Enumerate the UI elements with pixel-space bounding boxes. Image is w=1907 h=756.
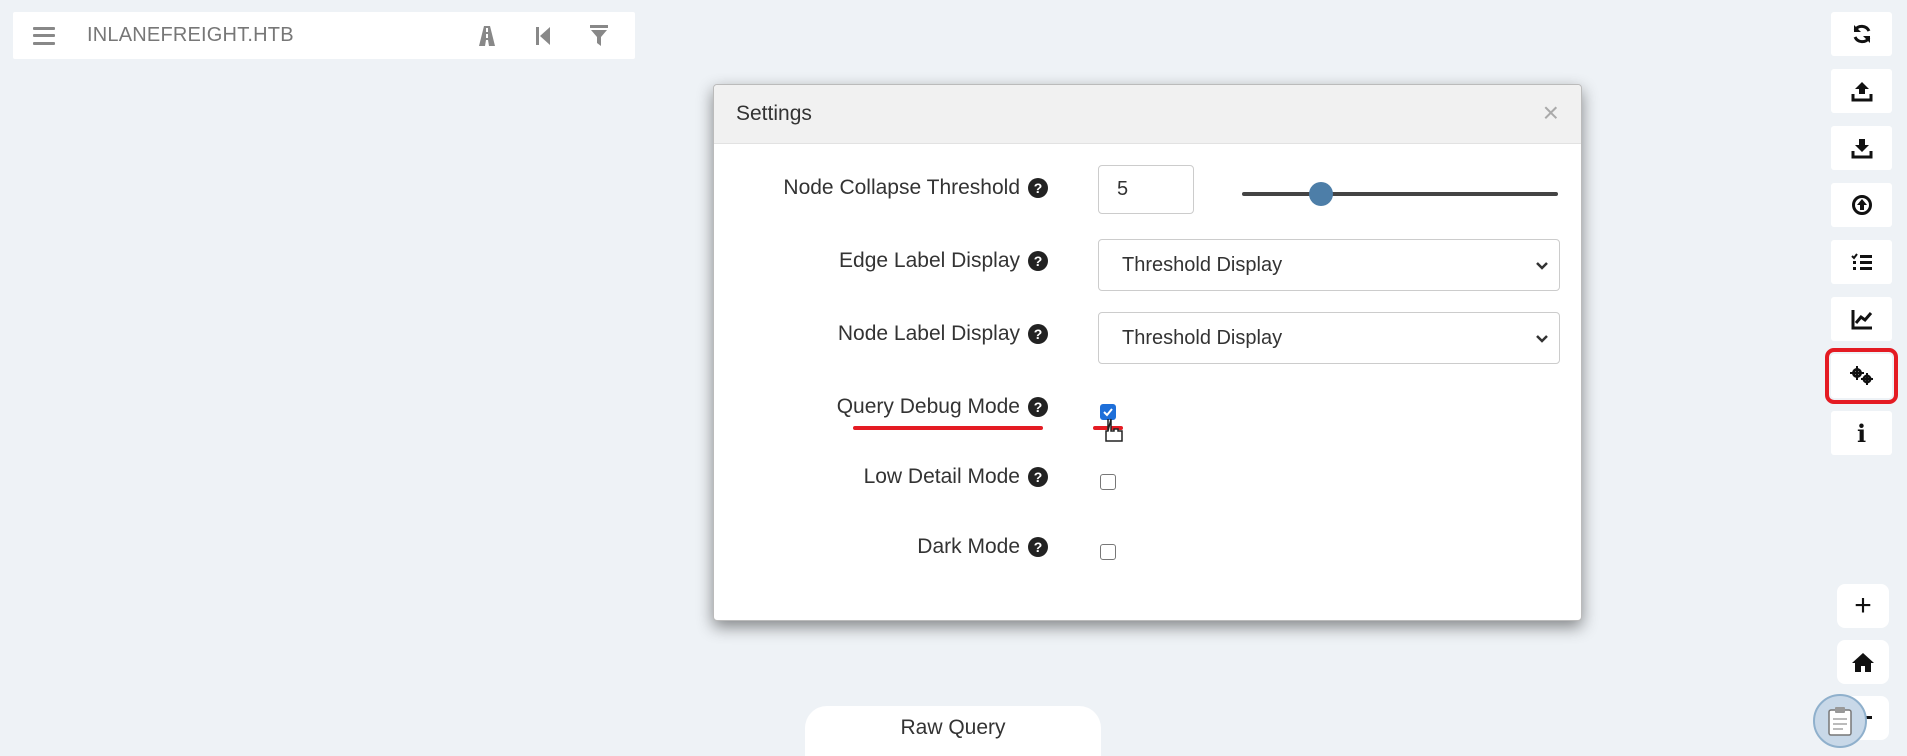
raw-query-label: Raw Query (900, 716, 1006, 739)
node-collapse-threshold-label: Node Collapse Threshold ? (783, 176, 1048, 200)
node-collapse-threshold-input[interactable] (1098, 165, 1194, 214)
low-detail-mode-text: Low Detail Mode (863, 465, 1020, 488)
question-circle-icon[interactable]: ? (1028, 324, 1048, 344)
node-label-display-select[interactable]: Threshold Display (1098, 312, 1560, 364)
slider-track (1242, 192, 1558, 196)
download-icon (1851, 139, 1872, 159)
question-circle-icon[interactable]: ? (1028, 537, 1048, 557)
query-list-icon (1850, 253, 1872, 270)
filter-icon[interactable] (585, 22, 613, 50)
hand-cursor-icon (1105, 418, 1123, 442)
refresh-icon (1853, 24, 1870, 44)
query-debug-mode-text: Query Debug Mode (836, 395, 1020, 418)
step-backward-icon[interactable] (529, 22, 557, 50)
query-debug-mode-label: Query Debug Mode ? (837, 395, 1048, 419)
settings-gears-icon (1849, 366, 1873, 385)
info-button[interactable]: i (1831, 411, 1892, 455)
zoom-in-button[interactable]: + (1837, 584, 1889, 628)
dark-mode-text: Dark Mode (917, 535, 1020, 558)
search-bar: INLANEFREIGHT.HTB (13, 12, 635, 59)
upload-icon (1851, 82, 1872, 102)
home-button[interactable] (1837, 640, 1889, 684)
import-icon (1851, 195, 1872, 215)
clipboard-icon (1828, 707, 1852, 736)
node-label-display-label: Node Label Display ? (838, 322, 1048, 346)
query-list-button[interactable] (1831, 240, 1892, 284)
slider-thumb[interactable] (1309, 182, 1333, 206)
question-circle-icon[interactable]: ? (1028, 178, 1048, 198)
close-icon[interactable]: × (1543, 99, 1559, 127)
settings-button[interactable] (1825, 348, 1898, 404)
upload-button[interactable] (1831, 69, 1892, 113)
road-icon[interactable] (473, 22, 501, 50)
node-collapse-threshold-slider[interactable] (1242, 182, 1558, 206)
edge-label-display-text: Edge Label Display (839, 249, 1020, 272)
low-detail-mode-label: Low Detail Mode ? (864, 465, 1048, 489)
edge-label-display-select[interactable]: Threshold Display (1098, 239, 1560, 291)
question-circle-icon[interactable]: ? (1028, 467, 1048, 487)
edge-label-display-label: Edge Label Display ? (839, 249, 1048, 273)
chevron-down-icon (1536, 262, 1548, 270)
raw-query-toggle[interactable]: Raw Query (805, 706, 1101, 756)
low-detail-mode-checkbox[interactable] (1100, 474, 1116, 490)
plus-icon: + (1854, 589, 1872, 622)
info-icon: i (1856, 418, 1867, 448)
chart-icon (1851, 310, 1872, 330)
chevron-down-icon (1536, 335, 1548, 343)
import-button[interactable] (1831, 183, 1892, 227)
modal-header: Settings × (714, 85, 1581, 144)
node-label-display-value: Threshold Display (1122, 326, 1283, 349)
dark-mode-label: Dark Mode ? (917, 535, 1048, 559)
chart-button[interactable] (1831, 297, 1892, 341)
download-button[interactable] (1831, 126, 1892, 170)
node-collapse-threshold-text: Node Collapse Threshold (783, 176, 1020, 199)
edge-label-display-value: Threshold Display (1122, 253, 1283, 276)
node-label-display-text: Node Label Display (837, 322, 1020, 345)
dark-mode-checkbox[interactable] (1100, 544, 1116, 560)
modal-title: Settings (736, 102, 812, 125)
refresh-button[interactable] (1831, 12, 1892, 56)
domain-name[interactable]: INLANEFREIGHT.HTB (87, 24, 294, 47)
menu-icon[interactable] (33, 26, 55, 45)
question-circle-icon[interactable]: ? (1028, 397, 1048, 417)
home-icon (1852, 653, 1874, 672)
question-circle-icon[interactable]: ? (1028, 251, 1048, 271)
annotation-underline (853, 426, 1043, 430)
clipboard-button[interactable] (1813, 694, 1867, 748)
right-toolbar: i (1825, 12, 1898, 468)
settings-modal: Settings × Node Collapse Threshold ? Edg… (713, 84, 1582, 621)
